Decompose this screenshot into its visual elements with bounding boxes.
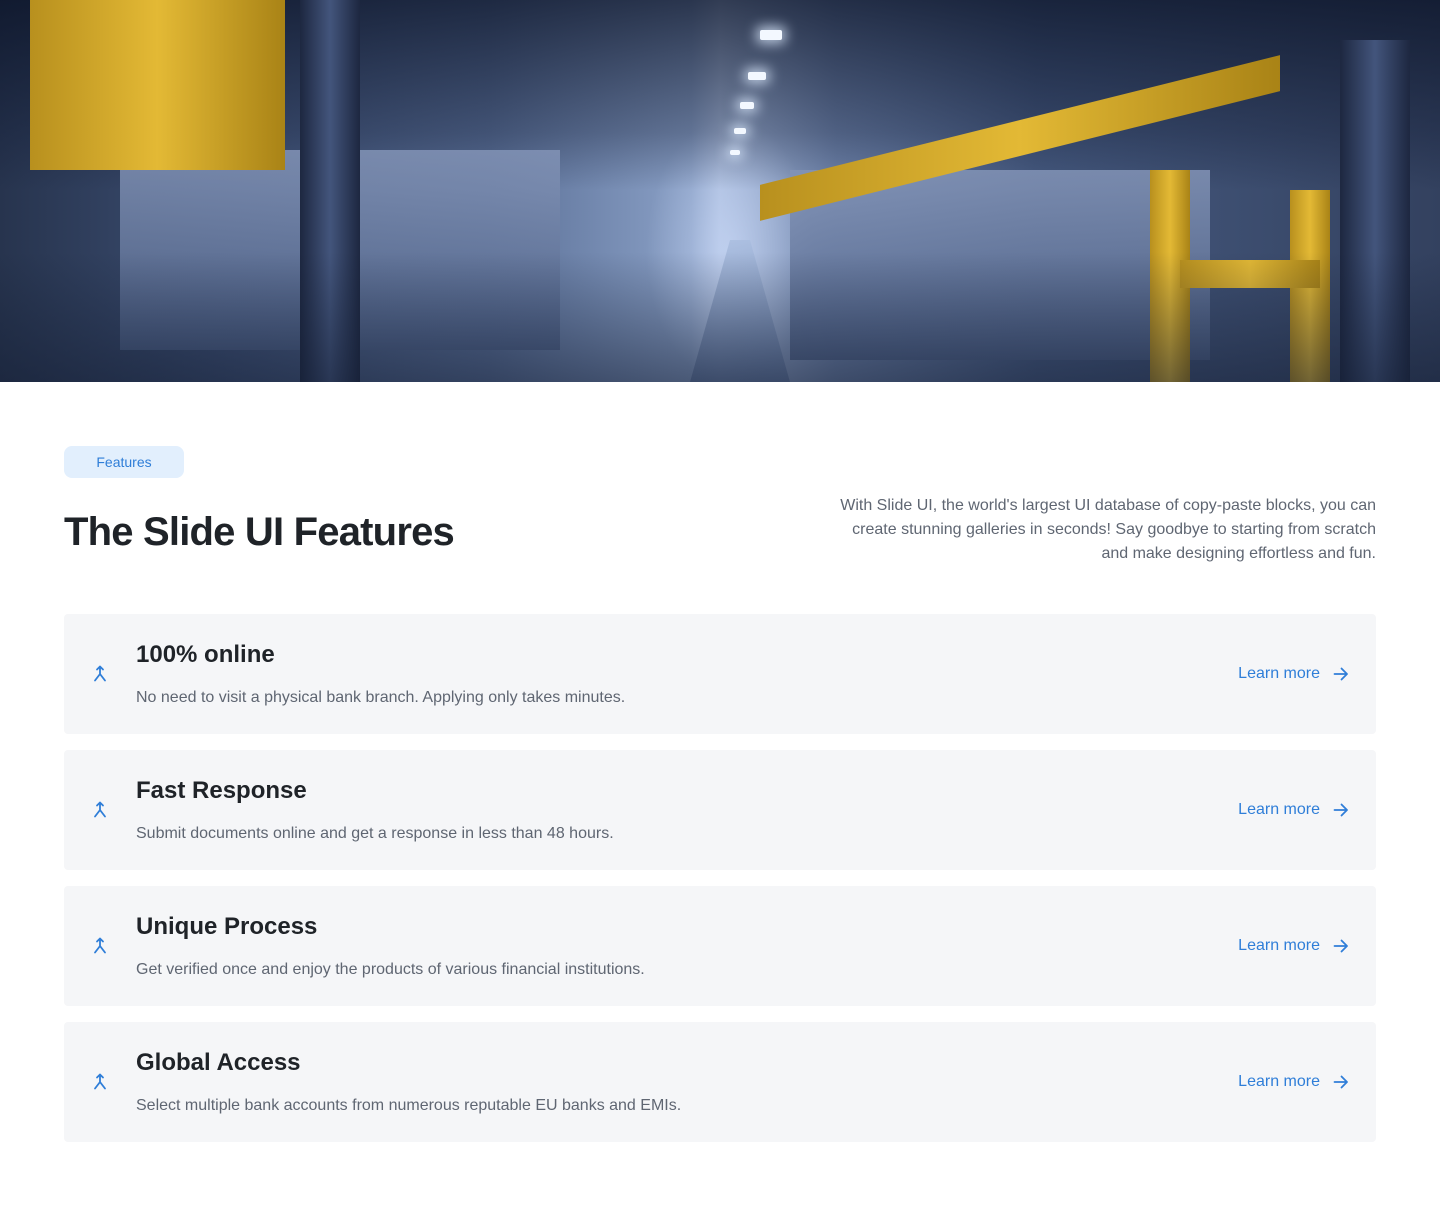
learn-more-link[interactable]: Learn more <box>1238 798 1350 822</box>
feature-card: Fast Response Submit documents online an… <box>64 750 1376 870</box>
feature-title: Fast Response <box>136 777 307 804</box>
learn-more-link[interactable]: Learn more <box>1238 1070 1350 1094</box>
merge-arrow-icon <box>90 800 110 820</box>
feature-text: Submit documents online and get a respon… <box>136 825 614 842</box>
hero-floor <box>0 252 1440 382</box>
learn-more-label: Learn more <box>1238 937 1320 954</box>
feature-text: Get verified once and enjoy the products… <box>136 961 645 978</box>
feature-text: No need to visit a physical bank branch.… <box>136 689 626 706</box>
learn-more-label: Learn more <box>1238 1073 1320 1090</box>
arrow-right-icon <box>1333 803 1348 817</box>
arrow-right-icon <box>1333 667 1348 681</box>
features-list: 100% online No need to visit a physical … <box>64 614 1376 1158</box>
section-badge: Features <box>64 446 184 478</box>
learn-more-link[interactable]: Learn more <box>1238 934 1350 958</box>
page-title: The Slide UI Features <box>64 510 455 554</box>
feature-card: 100% online No need to visit a physical … <box>64 614 1376 734</box>
learn-more-label: Learn more <box>1238 801 1320 818</box>
feature-text: Select multiple bank accounts from numer… <box>136 1097 682 1114</box>
hero-ceiling-light <box>730 150 740 155</box>
hero-ceiling-light <box>740 102 754 109</box>
hero-image <box>0 0 1440 382</box>
learn-more-label: Learn more <box>1238 665 1320 682</box>
section-description: With Slide UI, the world's largest UI da… <box>840 497 1376 562</box>
learn-more-link[interactable]: Learn more <box>1238 662 1350 686</box>
feature-title: Global Access <box>136 1049 301 1076</box>
merge-arrow-icon <box>90 936 110 956</box>
feature-title: 100% online <box>136 641 275 668</box>
feature-title: Unique Process <box>136 913 318 940</box>
arrow-right-icon <box>1333 1075 1348 1089</box>
feature-card: Global Access Select multiple bank accou… <box>64 1022 1376 1142</box>
hero-ceiling-light <box>748 72 766 80</box>
hero-yellow-machine <box>30 0 285 170</box>
hero-ceiling-light <box>734 128 746 134</box>
merge-arrow-icon <box>90 1072 110 1092</box>
merge-arrow-icon <box>90 664 110 684</box>
feature-card: Unique Process Get verified once and enj… <box>64 886 1376 1006</box>
arrow-right-icon <box>1333 939 1348 953</box>
hero-ceiling-light <box>760 30 782 40</box>
